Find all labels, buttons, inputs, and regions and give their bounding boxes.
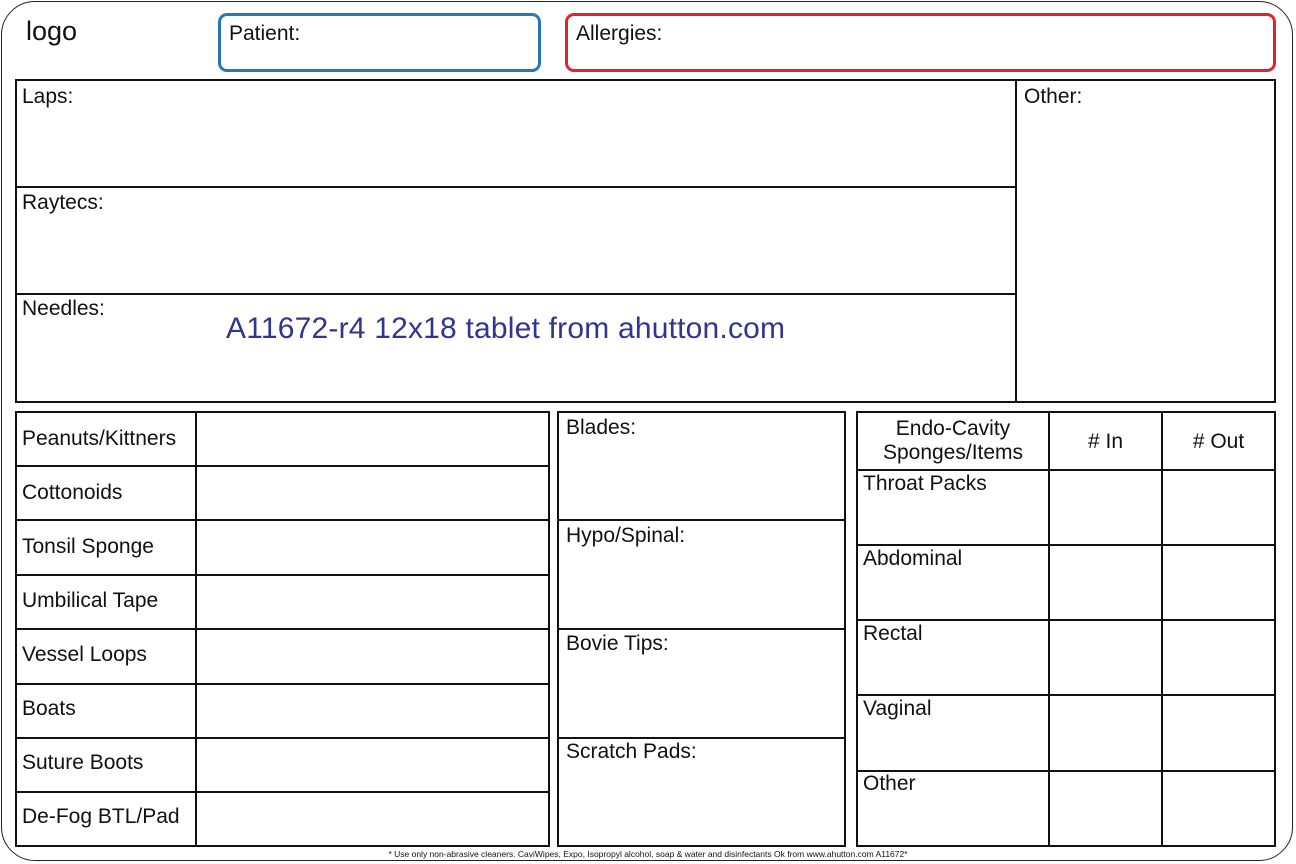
watermark-text: A11672-r4 12x18 tablet from ahutton.com xyxy=(226,312,786,345)
row-label-vessel-loops: Vessel Loops xyxy=(22,643,147,666)
count-cell-tonsil-sponge[interactable] xyxy=(197,521,548,574)
in-cell-rectal[interactable] xyxy=(1050,621,1161,694)
count-cell-vessel-loops[interactable] xyxy=(197,630,548,683)
hypo-spinal-label: Hypo/Spinal: xyxy=(566,524,686,547)
row-label-throat-packs: Throat Packs xyxy=(863,472,987,495)
endo-cavity-header: Endo-Cavity Sponges/Items xyxy=(858,417,1048,465)
row-label-peanuts-kittners: Peanuts/Kittners xyxy=(22,427,177,450)
raytecs-label: Raytecs: xyxy=(22,191,104,214)
row-label-umbilical-tape: Umbilical Tape xyxy=(22,589,159,612)
allergies-field[interactable]: Allergies: xyxy=(565,13,1276,72)
patient-label: Patient: xyxy=(229,22,301,45)
allergies-label: Allergies: xyxy=(576,22,663,45)
row-label-tonsil-sponge: Tonsil Sponge xyxy=(22,535,154,558)
row-label-vaginal: Vaginal xyxy=(863,697,932,720)
count-out-header: # Out xyxy=(1192,430,1245,453)
out-cell-abdominal[interactable] xyxy=(1163,546,1274,619)
row-label-defog: De-Fog BTL/Pad xyxy=(22,805,180,828)
patient-field[interactable]: Patient: xyxy=(218,13,541,72)
out-cell-rectal[interactable] xyxy=(1163,621,1274,694)
row-label-cottonoids: Cottonoids xyxy=(22,481,123,504)
out-cell-other[interactable] xyxy=(1163,772,1274,845)
in-cell-abdominal[interactable] xyxy=(1050,546,1161,619)
row-label-other: Other xyxy=(863,772,916,795)
needles-field[interactable]: Needles: xyxy=(17,295,1015,401)
count-cell-peanuts[interactable] xyxy=(197,413,548,465)
logo: logo xyxy=(26,16,78,46)
endo-cavity-header-line1: Endo-Cavity xyxy=(895,417,1011,440)
in-cell-other[interactable] xyxy=(1050,772,1161,845)
blades-label: Blades: xyxy=(566,416,637,439)
in-cell-throat-packs[interactable] xyxy=(1050,471,1161,544)
count-cell-umbilical-tape[interactable] xyxy=(197,576,548,628)
count-cell-defog[interactable] xyxy=(197,793,548,845)
bovie-tips-field[interactable]: Bovie Tips: xyxy=(559,630,844,737)
laps-field[interactable]: Laps: xyxy=(17,81,1015,186)
count-cell-boats[interactable] xyxy=(197,685,548,737)
hypo-spinal-field[interactable]: Hypo/Spinal: xyxy=(559,521,844,628)
count-in-header: # In xyxy=(1087,430,1124,453)
in-cell-vaginal[interactable] xyxy=(1050,696,1161,770)
bovie-tips-label: Bovie Tips: xyxy=(566,632,669,655)
scratch-pads-label: Scratch Pads: xyxy=(566,740,697,763)
row-label-rectal: Rectal xyxy=(863,622,923,645)
row-label-abdominal: Abdominal xyxy=(863,547,963,570)
endo-cavity-header-line2: Sponges/Items xyxy=(882,441,1024,464)
row-label-suture-boots: Suture Boots xyxy=(22,751,144,774)
needles-label: Needles: xyxy=(22,297,105,320)
count-cell-suture-boots[interactable] xyxy=(197,739,548,791)
other-notes-field[interactable]: Other: xyxy=(1017,81,1274,401)
count-cell-cottonoids[interactable] xyxy=(197,467,548,519)
out-cell-throat-packs[interactable] xyxy=(1163,471,1274,544)
out-cell-vaginal[interactable] xyxy=(1163,696,1274,770)
other-label: Other: xyxy=(1024,85,1083,108)
cleaning-note: * Use only non-abrasive cleaners. CaviWi… xyxy=(388,849,908,859)
raytecs-field[interactable]: Raytecs: xyxy=(17,188,1015,293)
laps-label: Laps: xyxy=(22,85,74,108)
blades-field[interactable]: Blades: xyxy=(559,413,844,519)
row-label-boats: Boats xyxy=(22,697,76,720)
scratch-pads-field[interactable]: Scratch Pads: xyxy=(559,739,844,845)
